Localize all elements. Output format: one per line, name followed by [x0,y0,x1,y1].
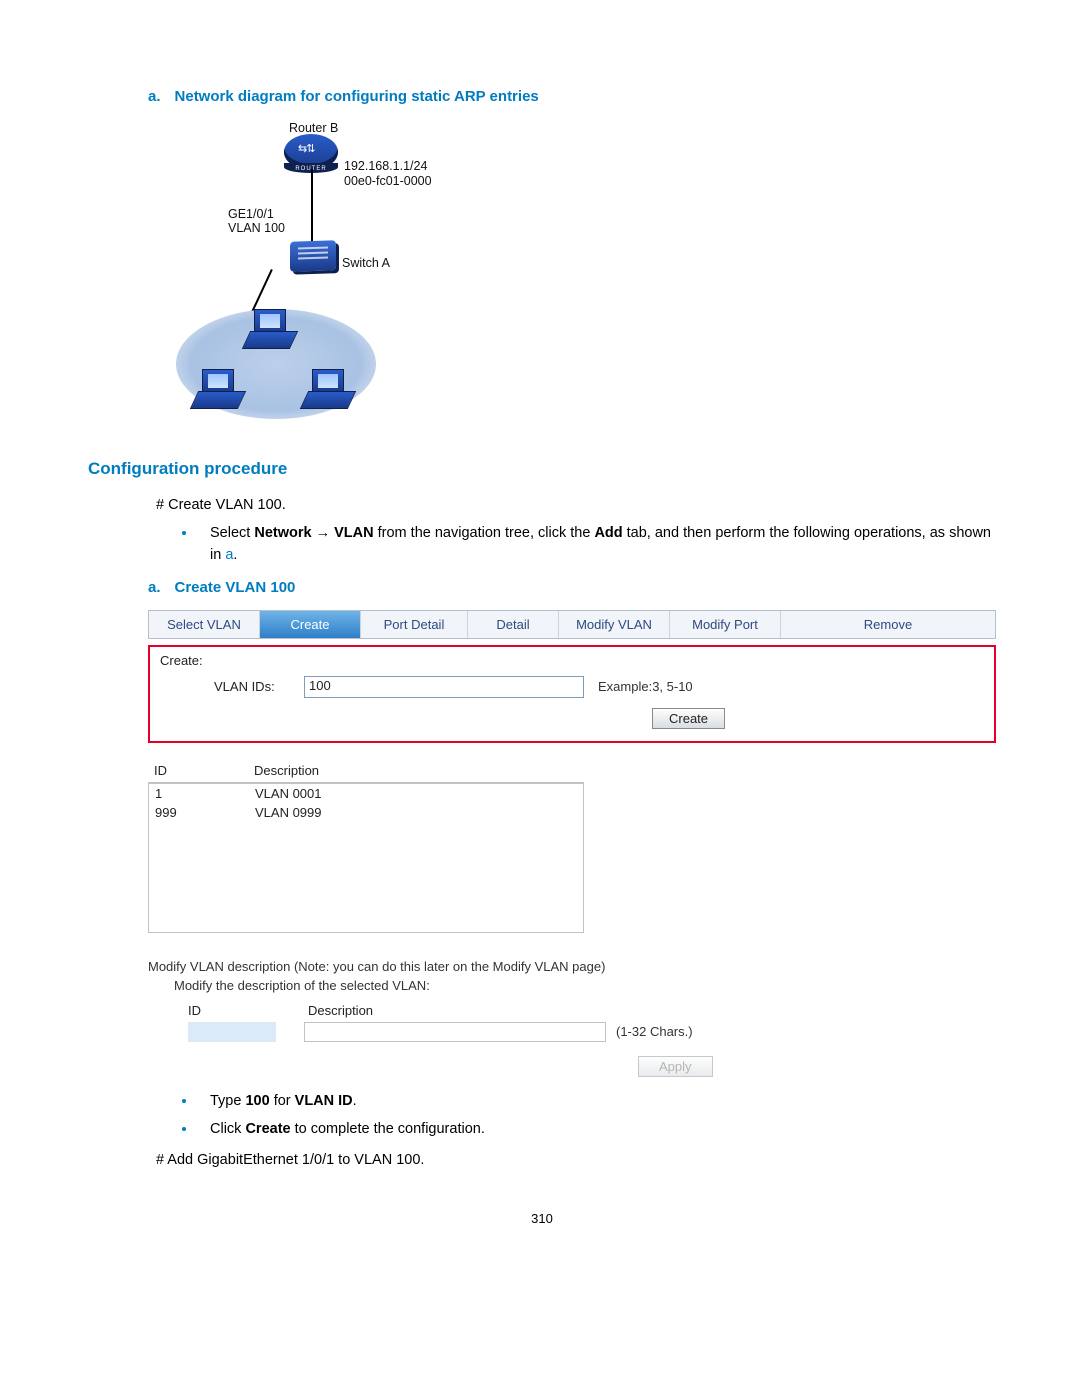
table-row[interactable]: 999 VLAN 0999 [149,803,583,822]
pc-icon [246,309,292,351]
router-badge: ROUTER [284,166,338,172]
bullet-icon [182,531,186,535]
tab-select-vlan[interactable]: Select VLAN [149,611,260,638]
label-mac: 00e0-fc01-0000 [344,174,432,188]
create-panel: Create: VLAN IDs: 100 Example:3, 5-10 Cr… [148,645,996,743]
example-hint: Example:3, 5-10 [598,679,693,694]
mod-col-id: ID [188,1003,308,1018]
mod-desc-input[interactable] [304,1022,606,1042]
tab-create[interactable]: Create [260,611,361,638]
label-router-b: Router B [289,121,338,135]
create-button[interactable]: Create [652,708,725,729]
step-add-ge: # Add GigabitEthernet 1/0/1 to VLAN 100. [156,1150,996,1170]
link-vertical [311,169,313,244]
vlan-create-ui: Select VLAN Create Port Detail Detail Mo… [148,610,996,1077]
modify-row: (1-32 Chars.) [188,1022,996,1042]
page-number: 310 [88,1211,996,1226]
bullet-item: Click Create to complete the configurati… [148,1119,996,1141]
router-arrows-icon: ⇆⇅ [298,142,314,155]
pc-icon [194,369,240,411]
vlan-ids-label: VLAN IDs: [214,679,304,694]
bullet-item: Type 100 for VLAN ID. [148,1091,996,1113]
heading-title: Create VLAN 100 [175,579,296,596]
heading-prefix: a. [148,88,161,105]
apply-button[interactable]: Apply [638,1056,713,1077]
switch-icon [290,240,336,272]
modify-header: ID Description [188,1003,996,1018]
network-diagram: Router B ⇆⇅ ROUTER 192.168.1.1/24 00e0-f… [166,119,526,429]
bullet-text: Click Create to complete the configurati… [210,1119,996,1141]
col-desc: Description [254,763,319,778]
vlan-table: ID Description 1 VLAN 0001 999 VLAN 0999 [148,759,584,933]
bullet-icon [182,1099,186,1103]
col-id: ID [154,763,254,778]
vlan-ids-input[interactable]: 100 [304,676,584,698]
tab-bar: Select VLAN Create Port Detail Detail Mo… [148,610,996,639]
tab-port-detail[interactable]: Port Detail [361,611,468,638]
bullet-icon [182,1127,186,1131]
label-vlan: VLAN 100 [228,221,285,235]
create-label: Create: [160,653,984,668]
bullet-text: Select Network → VLAN from the navigatio… [210,523,996,567]
step1-text: # Create VLAN 100. [156,495,996,515]
bullet-text: Type 100 for VLAN ID. [210,1091,996,1113]
bullet-item: Select Network → VLAN from the navigatio… [148,523,996,567]
heading-title: Network diagram for configuring static A… [175,88,539,105]
section-heading-a: a. Network diagram for configuring static… [148,88,996,105]
modify-note: Modify VLAN description (Note: you can d… [148,959,996,974]
tab-modify-port[interactable]: Modify Port [670,611,781,638]
table-header: ID Description [148,759,584,783]
label-ip: 192.168.1.1/24 [344,159,427,173]
mod-col-desc: Description [308,1003,373,1018]
mod-hint: (1-32 Chars.) [616,1024,693,1039]
table-row[interactable]: 1 VLAN 0001 [149,784,583,803]
tab-detail[interactable]: Detail [468,611,559,638]
section-heading-a2: a. Create VLAN 100 [148,579,996,596]
heading-prefix: a. [148,579,161,596]
modify-subnote: Modify the description of the selected V… [174,978,996,993]
tab-remove[interactable]: Remove [781,611,995,638]
pc-icon [304,369,350,411]
tab-modify-vlan[interactable]: Modify VLAN [559,611,670,638]
label-switch-a: Switch A [342,256,390,270]
heading-config-procedure: Configuration procedure [88,459,996,479]
label-ge: GE1/0/1 [228,207,274,221]
table-body[interactable]: 1 VLAN 0001 999 VLAN 0999 [148,783,584,933]
router-icon: ⇆⇅ ROUTER [284,134,338,170]
mod-id-display [188,1022,276,1042]
